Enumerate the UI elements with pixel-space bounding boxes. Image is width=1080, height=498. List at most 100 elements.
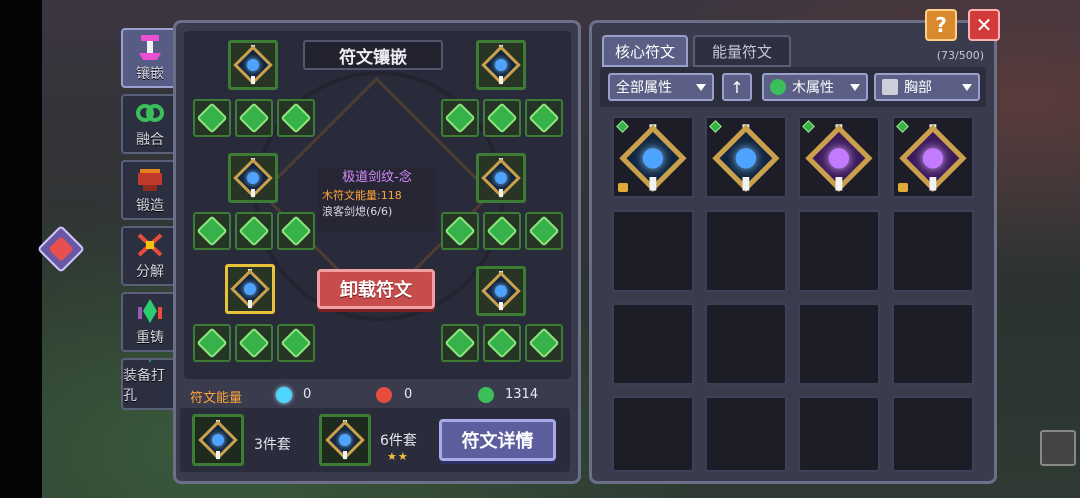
sort-button[interactable]: ↑ bbox=[722, 73, 752, 101]
rune-slot-main[interactable] bbox=[476, 153, 526, 203]
tab-core-runes[interactable]: 核心符文 bbox=[602, 35, 688, 67]
green-gem-icon bbox=[280, 327, 312, 359]
rune-icon bbox=[233, 158, 273, 198]
panel-title: 符文镶嵌 bbox=[303, 40, 443, 70]
set6-stars: ★★ bbox=[387, 450, 409, 463]
wood-energy-value: 1314 bbox=[505, 387, 539, 402]
rune-icon bbox=[325, 420, 365, 460]
inventory-cell[interactable] bbox=[892, 116, 974, 198]
inventory-cell[interactable] bbox=[612, 116, 694, 198]
energy-rune-slot[interactable] bbox=[483, 324, 521, 362]
rune-slot-main-selected[interactable] bbox=[225, 264, 275, 314]
side-tab-label: 镶嵌 bbox=[136, 66, 164, 82]
chest-item-icon[interactable] bbox=[1040, 430, 1076, 466]
inventory-cell-empty[interactable] bbox=[892, 303, 974, 385]
set3-label: 3件套 bbox=[254, 437, 291, 453]
chevron-down-icon bbox=[962, 83, 972, 91]
inventory-cell-empty[interactable] bbox=[892, 396, 974, 472]
chevron-down-icon bbox=[696, 83, 706, 91]
green-gem-icon bbox=[444, 327, 476, 359]
inventory-cell[interactable] bbox=[798, 116, 880, 198]
energy-rune-slot[interactable] bbox=[277, 212, 315, 250]
chest-armor-icon bbox=[882, 79, 898, 95]
side-tab-forge[interactable]: 锻造 bbox=[121, 160, 179, 220]
inventory-cell-empty[interactable] bbox=[612, 396, 694, 472]
rune-slot-main[interactable] bbox=[228, 153, 278, 203]
green-gem-icon bbox=[444, 215, 476, 247]
help-button[interactable]: ? bbox=[925, 9, 957, 41]
green-gem-icon bbox=[486, 102, 518, 134]
side-tab-decompose[interactable]: 分解 bbox=[121, 226, 179, 286]
fire-energy-value: 0 bbox=[404, 387, 413, 402]
energy-rune-slot[interactable] bbox=[193, 324, 231, 362]
green-gem-icon bbox=[528, 327, 560, 359]
energy-rune-slot[interactable] bbox=[441, 212, 479, 250]
inventory-count: (73/500) bbox=[936, 49, 984, 62]
green-gem-icon bbox=[280, 215, 312, 247]
fusion-icon bbox=[136, 104, 164, 122]
socket-icon bbox=[148, 360, 152, 363]
inventory-cell-empty[interactable] bbox=[798, 210, 880, 292]
rune-icon bbox=[619, 124, 687, 192]
tooltip-energy: 木符文能量:118 bbox=[322, 189, 402, 202]
element-label: 木属性 bbox=[792, 80, 834, 96]
inventory-cell-empty[interactable] bbox=[798, 303, 880, 385]
energy-rune-slot[interactable] bbox=[525, 324, 563, 362]
rune-slot-main[interactable] bbox=[476, 266, 526, 316]
energy-rune-slot[interactable] bbox=[441, 99, 479, 137]
energy-rune-slot[interactable] bbox=[483, 99, 521, 137]
rune-icon bbox=[233, 45, 273, 85]
inventory-cell-empty[interactable] bbox=[705, 210, 787, 292]
inventory-cell-empty[interactable] bbox=[798, 396, 880, 472]
rune-slot-main[interactable] bbox=[228, 40, 278, 90]
energy-rune-slot[interactable] bbox=[277, 99, 315, 137]
energy-rune-slot[interactable] bbox=[483, 212, 521, 250]
filter-bar: 全部属性 ↑ 木属性 胸部 bbox=[600, 67, 986, 107]
set3-slot[interactable] bbox=[192, 414, 244, 466]
all-attributes-dropdown[interactable]: 全部属性 bbox=[608, 73, 714, 101]
green-gem-icon bbox=[444, 102, 476, 134]
side-tab-label: 装备打孔 bbox=[123, 368, 165, 404]
side-tab-label: 锻造 bbox=[136, 198, 164, 214]
inventory-cell-empty[interactable] bbox=[705, 396, 787, 472]
energy-rune-slot[interactable] bbox=[235, 324, 273, 362]
water-energy-value: 0 bbox=[303, 387, 312, 402]
inventory-cell-empty[interactable] bbox=[892, 210, 974, 292]
rune-icon bbox=[481, 158, 521, 198]
slot-dropdown[interactable]: 胸部 bbox=[874, 73, 980, 101]
green-gem-icon bbox=[238, 215, 270, 247]
green-gem-icon bbox=[486, 327, 518, 359]
side-tab-recast[interactable]: 重铸 bbox=[121, 292, 179, 352]
set6-label: 6件套 bbox=[380, 433, 417, 449]
rune-details-button[interactable]: 符文详情 bbox=[439, 419, 556, 461]
chevron-down-icon bbox=[850, 83, 860, 91]
rune-icon bbox=[230, 269, 270, 309]
rune-slot-main[interactable] bbox=[476, 40, 526, 90]
side-tab-fusion[interactable]: 融合 bbox=[121, 94, 179, 154]
rune-icon bbox=[899, 124, 967, 192]
set6-slot[interactable] bbox=[319, 414, 371, 466]
inventory-cell[interactable] bbox=[705, 116, 787, 198]
inventory-cell-empty[interactable] bbox=[612, 210, 694, 292]
inventory-cell-empty[interactable] bbox=[705, 303, 787, 385]
recast-icon bbox=[138, 299, 162, 323]
unload-rune-button[interactable]: 卸载符文 bbox=[317, 269, 435, 309]
energy-rune-slot[interactable] bbox=[277, 324, 315, 362]
energy-rune-slot[interactable] bbox=[525, 212, 563, 250]
side-tab-inlay[interactable]: 镶嵌 bbox=[121, 28, 179, 88]
lock-icon bbox=[618, 183, 628, 192]
side-tab-socket[interactable]: 装备打孔 bbox=[121, 358, 179, 410]
inventory-cell-empty[interactable] bbox=[612, 303, 694, 385]
tab-energy-runes[interactable]: 能量符文 bbox=[693, 35, 791, 67]
close-button[interactable]: ✕ bbox=[968, 9, 1000, 41]
green-gem-icon bbox=[238, 327, 270, 359]
energy-rune-slot[interactable] bbox=[235, 99, 273, 137]
element-dropdown[interactable]: 木属性 bbox=[762, 73, 868, 101]
energy-rune-slot[interactable] bbox=[193, 212, 231, 250]
energy-rune-slot[interactable] bbox=[235, 212, 273, 250]
energy-rune-slot[interactable] bbox=[441, 324, 479, 362]
energy-rune-slot[interactable] bbox=[525, 99, 563, 137]
rune-energy-row: 符文能量 0 0 1314 bbox=[190, 385, 570, 407]
green-gem-icon bbox=[280, 102, 312, 134]
energy-rune-slot[interactable] bbox=[193, 99, 231, 137]
